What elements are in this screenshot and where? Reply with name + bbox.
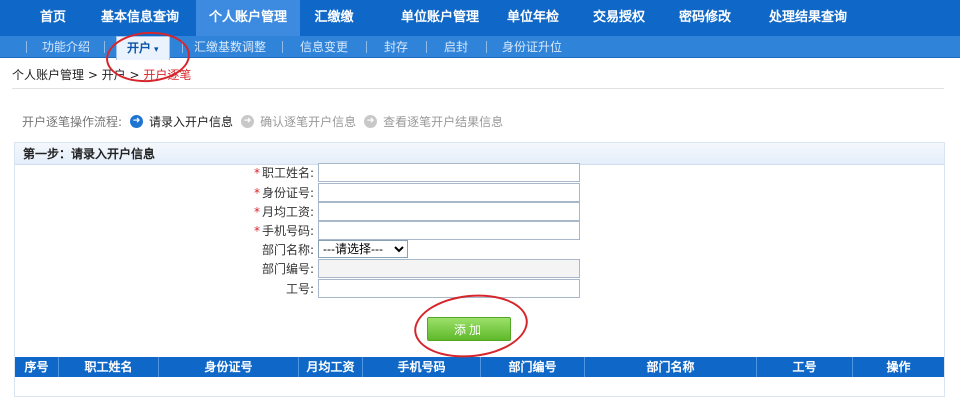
divider (182, 41, 183, 53)
th-job-no: 工号 (757, 357, 853, 377)
th-phone: 手机号码 (363, 357, 481, 377)
add-button[interactable]: 添加 (427, 317, 511, 341)
salary-label: * 月均工资: (230, 203, 318, 220)
phone-label-text: 手机号码: (261, 223, 314, 238)
nav-transaction-auth[interactable]: 交易授权 (584, 0, 654, 36)
flow-step-1: ➜ 请录入开户信息 (130, 113, 233, 130)
sub-nav: 功能介绍 开户 ▾ 汇缴基数调整 信息变更 封存 启封 身份证升位 (0, 36, 960, 60)
flow-step-2-label: 确认逐笔开户信息 (260, 115, 357, 129)
job-no-row: 工号: (230, 278, 580, 298)
flow-step-1-label: 请录入开户信息 (149, 115, 234, 129)
breadcrumb-path[interactable]: 个人账户管理 > 开户 > (12, 68, 143, 82)
top-nav: 首页 基本信息查询 个人账户管理 汇缴缴 单位账户管理 单位年检 交易授权 密码… (0, 0, 960, 36)
divider (486, 41, 487, 53)
dept-code-label: 部门编号: (261, 261, 314, 276)
arrow-right-icon: ➜ (241, 115, 255, 128)
salary-label-text: 月均工资: (261, 204, 314, 219)
th-dept-code: 部门编号 (481, 357, 585, 377)
phone-number-input[interactable] (318, 220, 580, 240)
monthly-salary-input[interactable] (318, 201, 580, 221)
flow-label: 开户逐笔操作流程: (22, 115, 123, 129)
chevron-down-icon: ▾ (154, 45, 159, 55)
name-label-text: 职工姓名: (261, 165, 314, 180)
nav-unit-account[interactable]: 单位账户管理 (388, 0, 492, 36)
employee-name-input[interactable] (318, 162, 580, 182)
nav-personal-account[interactable]: 个人账户管理 (196, 0, 300, 36)
step-flow: 开户逐笔操作流程: ➜ 请录入开户信息 ➜ 确认逐笔开户信息 ➜ 查看逐笔开户结… (22, 113, 503, 130)
th-employee-name: 职工姓名 (59, 357, 159, 377)
nav-unit-annual-check[interactable]: 单位年检 (498, 0, 568, 36)
breadcrumb: 个人账户管理 > 开户 > 开户逐笔 (12, 66, 191, 83)
subnav-base-adjust[interactable]: 汇缴基数调整 (194, 36, 266, 58)
phone-row: * 手机号码: (230, 220, 580, 240)
flow-step-3: ➜ 查看逐笔开户结果信息 (364, 113, 503, 130)
required-mark: * (253, 185, 260, 200)
dept-name-row: 部门名称: ---请选择--- (230, 239, 408, 259)
th-id-card: 身份证号 (159, 357, 299, 377)
nav-basic-info-query[interactable]: 基本信息查询 (90, 0, 190, 36)
required-mark: * (253, 165, 260, 180)
breadcrumb-current: 开户逐笔 (143, 68, 192, 82)
phone-label: * 手机号码: (230, 222, 318, 239)
flow-step-2: ➜ 确认逐笔开户信息 (241, 113, 356, 130)
nav-remittance[interactable]: 汇缴缴 (306, 0, 362, 36)
divider (366, 41, 367, 53)
idcard-row: * 身份证号: (230, 182, 580, 202)
nav-result-query[interactable]: 处理结果查询 (756, 0, 860, 36)
th-dept-name: 部门名称 (585, 357, 757, 377)
arrow-right-icon: ➜ (364, 115, 378, 128)
results-table-header: 序号 职工姓名 身份证号 月均工资 手机号码 部门编号 部门名称 工号 操作 (15, 357, 944, 377)
required-mark: * (253, 204, 260, 219)
subnav-id-upgrade[interactable]: 身份证升位 (502, 36, 562, 58)
divider (426, 41, 427, 53)
nav-home[interactable]: 首页 (20, 0, 86, 36)
flow-step-3-label: 查看逐笔开户结果信息 (383, 115, 504, 129)
department-code-input[interactable] (318, 258, 580, 278)
dept-code-row: 部门编号: (230, 258, 580, 278)
th-index: 序号 (15, 357, 59, 377)
subnav-open-account[interactable]: 开户 ▾ (116, 36, 170, 60)
name-row: * 职工姓名: (230, 162, 580, 182)
idcard-label-text: 身份证号: (261, 185, 314, 200)
subnav-unseal[interactable]: 启封 (444, 36, 468, 58)
required-mark: * (253, 223, 260, 238)
idcard-label: * 身份证号: (230, 184, 318, 201)
department-select[interactable]: ---请选择--- (318, 240, 408, 258)
subnav-info-change[interactable]: 信息变更 (300, 36, 348, 58)
th-monthly-salary: 月均工资 (299, 357, 363, 377)
divider (26, 41, 27, 53)
subnav-intro[interactable]: 功能介绍 (42, 36, 90, 58)
divider (104, 41, 105, 53)
subnav-open-account-label: 开户 (127, 41, 152, 55)
divider (282, 41, 283, 53)
job-number-input[interactable] (318, 278, 580, 298)
salary-row: * 月均工资: (230, 201, 580, 221)
subnav-seal[interactable]: 封存 (384, 36, 408, 58)
dept-name-label: 部门名称: (261, 242, 314, 257)
th-action: 操作 (886, 360, 911, 374)
nav-password-change[interactable]: 密码修改 (670, 0, 740, 36)
name-label: * 职工姓名: (230, 164, 318, 181)
job-no-label: 工号: (285, 281, 314, 296)
id-card-input[interactable] (318, 182, 580, 202)
arrow-right-icon: ➜ (130, 115, 144, 128)
divider (12, 88, 944, 89)
